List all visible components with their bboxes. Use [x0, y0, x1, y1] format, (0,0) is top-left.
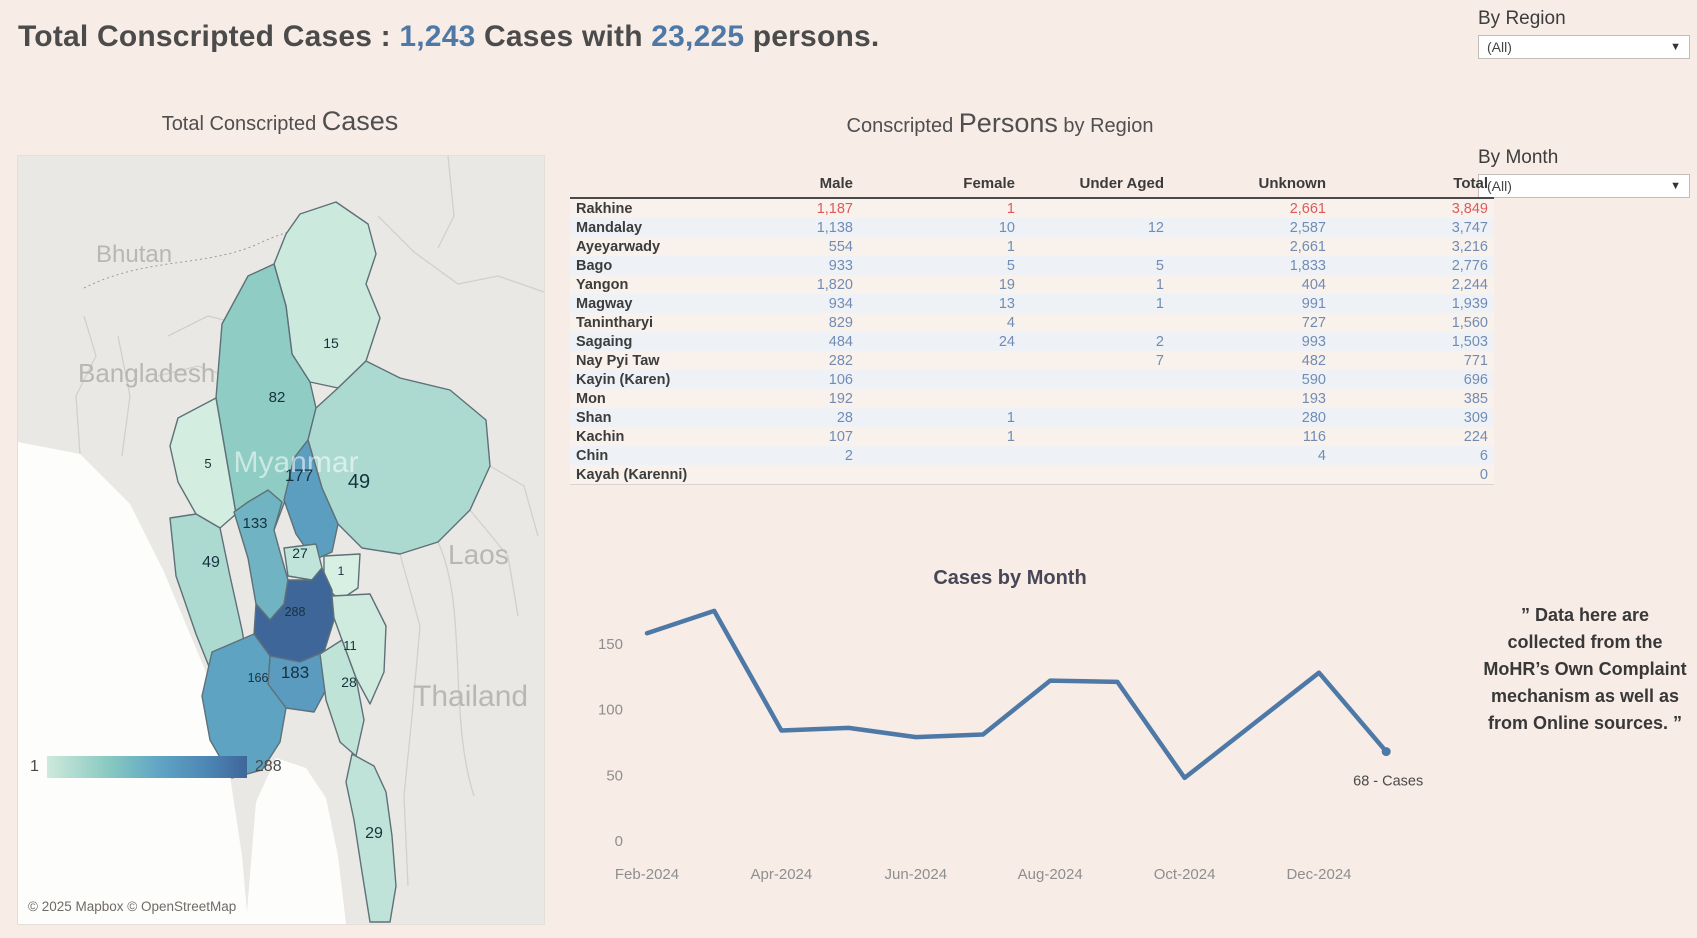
map-region-value-label: 28 [341, 674, 357, 690]
choropleth-map: BhutanBangladeshLaosThailandMyanmar15825… [17, 155, 545, 925]
country-border-line [438, 156, 454, 248]
x-axis-tick: Jun-2024 [885, 866, 948, 883]
page-title: Total Conscripted Cases : 1,243 Cases wi… [18, 20, 879, 54]
map-region-value-label: 29 [365, 825, 383, 842]
legend-gradient-bar [47, 756, 247, 778]
x-axis-tick: Dec-2024 [1286, 866, 1351, 883]
legend-max: 288 [255, 758, 282, 776]
map-region-value-label: 177 [285, 466, 313, 485]
chart-canvas: 0 50 100 150 Feb-2024 Apr-2024 Jun-2024 Aug-202… [565, 555, 1455, 915]
legend-min: 1 [30, 758, 39, 776]
y-axis-tick: 100 [598, 702, 623, 719]
region-filter: By Region (All) ▼ [1478, 8, 1690, 59]
dashboard: { "header": { "prefix": "Total Conscript… [0, 0, 1697, 938]
table-row[interactable]: Tanintharyi82947271,560 [570, 313, 1494, 332]
region-filter-dropdown[interactable]: (All) ▼ [1478, 35, 1690, 59]
country-border-line [490, 466, 538, 536]
y-axis-tick: 0 [615, 833, 623, 850]
map-color-legend: 1 288 [30, 756, 282, 778]
country-border-line [438, 542, 474, 796]
table-row[interactable]: Sagaing4842429931,503 [570, 332, 1494, 351]
x-axis-tick: Aug-2024 [1018, 866, 1083, 883]
country-label-thailand: Thailand [413, 680, 528, 713]
map-region-value-label: 133 [242, 515, 267, 532]
map-region-value-label: 49 [202, 554, 220, 571]
table-row[interactable]: Yangon1,8201914042,244 [570, 275, 1494, 294]
table-row[interactable]: Mon192193385 [570, 389, 1494, 408]
map-title: Total Conscripted Cases [17, 106, 543, 137]
month-filter: By Month (All) ▼ [1478, 147, 1690, 198]
country-label-laos: Laos [448, 539, 509, 570]
month-filter-label: By Month [1478, 147, 1690, 169]
map-region-value-label: 288 [285, 605, 306, 619]
chevron-down-icon: ▼ [1670, 180, 1681, 192]
data-source-note: ” Data here are collected from the MoHR’… [1480, 602, 1690, 737]
table-row[interactable]: Kayin (Karen)106590696 [570, 370, 1494, 389]
month-filter-dropdown[interactable]: (All) ▼ [1478, 174, 1690, 198]
table-header-row: MaleFemaleUnder AgedUnknownTotal [570, 172, 1494, 198]
column-header-unknown: Unknown [1170, 172, 1332, 198]
table-row[interactable]: Mandalay1,13810122,5873,747 [570, 218, 1494, 237]
map-region-value-label: 49 [348, 471, 370, 493]
map-attribution: © 2025 Mapbox © OpenStreetMap [28, 899, 236, 914]
map-region-value-label: 15 [323, 335, 339, 351]
line-end-point[interactable] [1382, 747, 1391, 756]
title-suffix: persons. [744, 20, 879, 53]
column-header-male: Male [742, 172, 859, 198]
table-row[interactable]: Kachin1071116224 [570, 427, 1494, 446]
table-row[interactable]: Ayeyarwady55412,6613,216 [570, 237, 1494, 256]
region-column-header [570, 172, 742, 198]
x-axis-tick: Oct-2024 [1154, 866, 1216, 883]
sea-andaman [246, 758, 346, 924]
country-border-line [400, 554, 420, 886]
map-canvas: BhutanBangladeshLaosThailandMyanmar15825… [18, 156, 544, 924]
country-border-line [378, 216, 544, 292]
map-region-value-label: 166 [248, 671, 269, 685]
map-region-value-label: 183 [281, 663, 309, 682]
line-end-label: 68 - Cases [1353, 774, 1423, 790]
total-persons-count: 23,225 [651, 20, 744, 53]
table-row[interactable]: Nay Pyi Taw2827482771 [570, 351, 1494, 370]
table-title: Conscripted Persons by Region [570, 108, 1430, 139]
table-row[interactable]: Kayah (Karenni)0 [570, 465, 1494, 485]
table-row[interactable]: Rakhine1,18712,6613,849 [570, 198, 1494, 218]
map-region-value-label: 27 [292, 545, 308, 561]
column-header-under-aged: Under Aged [1021, 172, 1170, 198]
title-middle: Cases with [475, 20, 651, 53]
country-label-bhutan: Bhutan [96, 241, 172, 268]
cases-by-month-chart: 0 50 100 150 Feb-2024 Apr-2024 Jun-2024 Aug-202… [565, 555, 1455, 915]
map-region-value-label: 11 [343, 638, 357, 653]
country-border-line [118, 336, 130, 456]
persons-by-region-table: MaleFemaleUnder AgedUnknownTotal Rakhine… [570, 172, 1427, 485]
map-region-magway[interactable] [234, 490, 288, 620]
map-region-value-label: 1 [338, 564, 345, 578]
region-filter-label: By Region [1478, 8, 1690, 30]
x-axis-tick: Feb-2024 [615, 866, 679, 883]
y-axis-tick: 150 [598, 636, 623, 653]
region-filter-value: (All) [1487, 39, 1512, 55]
title-prefix: Total Conscripted Cases : [18, 20, 399, 53]
cases-line[interactable] [647, 611, 1386, 778]
map-region-value-label: 82 [269, 389, 286, 406]
country-label-bangladesh: Bangladesh [78, 358, 215, 388]
table-row[interactable]: Bago933551,8332,776 [570, 256, 1494, 275]
column-header-female: Female [859, 172, 1021, 198]
x-axis-tick: Apr-2024 [751, 866, 813, 883]
table-row[interactable]: Shan281280309 [570, 408, 1494, 427]
total-cases-count: 1,243 [399, 20, 475, 53]
chevron-down-icon: ▼ [1670, 41, 1681, 53]
table-row[interactable]: Chin246 [570, 446, 1494, 465]
column-header-total: Total [1332, 172, 1494, 198]
map-region-value-label: 5 [204, 456, 211, 471]
table-row[interactable]: Magway9341319911,939 [570, 294, 1494, 313]
y-axis-tick: 50 [606, 767, 623, 784]
